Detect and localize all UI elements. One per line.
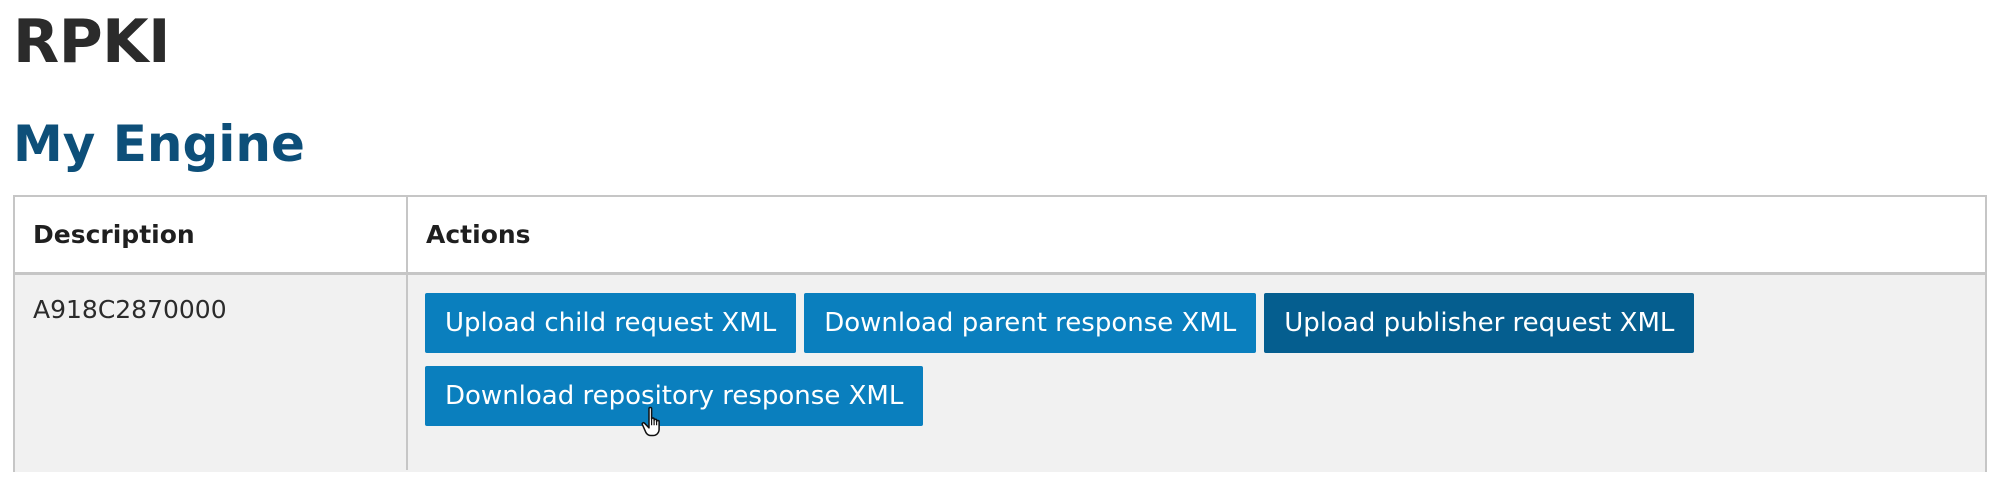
download-repository-response-button[interactable]: Download repository response XML — [425, 366, 924, 426]
row-actions: Upload child request XML Download parent… — [425, 293, 1965, 426]
table-row: A918C2870000 Upload child request XML Do… — [15, 275, 1985, 472]
page-title: RPKI — [13, 7, 171, 77]
column-header-description: Description — [33, 220, 195, 249]
page: RPKI My Engine Description Actions A918C… — [0, 0, 2000, 482]
table-header: Description Actions — [15, 197, 1985, 275]
column-header-actions: Actions — [426, 220, 531, 249]
row-description: A918C2870000 — [33, 295, 227, 324]
download-parent-response-button[interactable]: Download parent response XML — [804, 293, 1257, 353]
column-divider — [406, 197, 408, 470]
engine-table: Description Actions A918C2870000 Upload … — [13, 195, 1987, 472]
upload-child-request-button[interactable]: Upload child request XML — [425, 293, 797, 353]
upload-publisher-request-button[interactable]: Upload publisher request XML — [1264, 293, 1695, 353]
section-title: My Engine — [13, 115, 305, 173]
